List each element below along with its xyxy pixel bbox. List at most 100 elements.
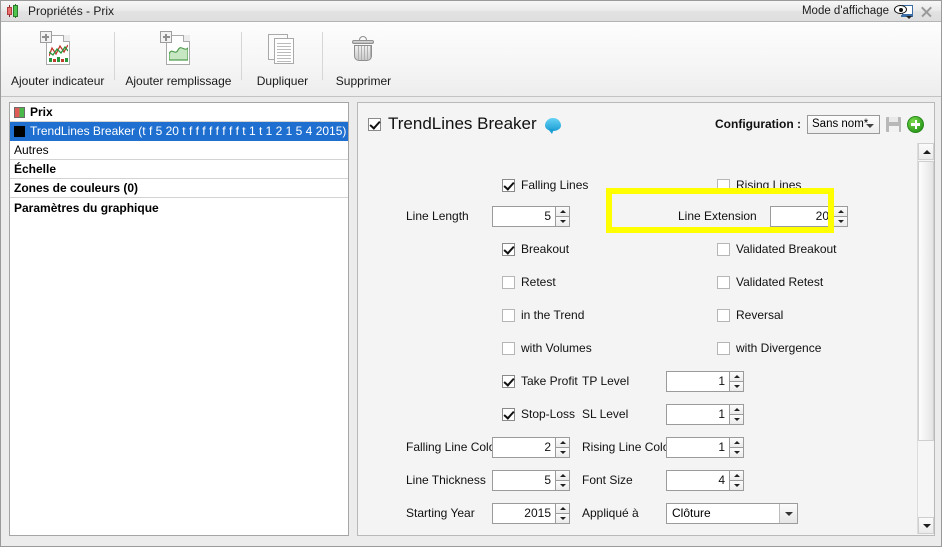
with-divergence-row[interactable]: with Divergence <box>717 341 821 355</box>
list-item-echelle[interactable]: Échelle <box>10 160 348 179</box>
line-length-spinner[interactable]: 5 <box>492 205 570 227</box>
display-mode-eye-icon[interactable] <box>894 3 913 19</box>
falling-line-color-input[interactable]: 2 <box>492 436 555 458</box>
applied-to-value: Clôture <box>672 506 711 520</box>
validated-breakout-checkbox[interactable] <box>717 242 730 256</box>
sl-level-label: SL Level <box>582 407 629 421</box>
add-config-icon[interactable] <box>907 115 924 133</box>
properties-window: Propriétés - Prix Mode d'affichage Ajout… <box>0 0 942 547</box>
reversal-row[interactable]: Reversal <box>717 308 783 322</box>
duplicate-button[interactable]: Dupliquer <box>242 28 322 88</box>
breakout-checkbox[interactable] <box>502 242 515 256</box>
stepper-up-icon[interactable] <box>555 469 570 480</box>
font-size-input[interactable]: 4 <box>666 469 729 491</box>
list-item-trendlines-breaker[interactable]: TrendLines Breaker (t f 5 20 t f f f f f… <box>10 122 348 141</box>
font-size-spinner[interactable]: 4 <box>666 469 744 491</box>
validated-retest-checkbox[interactable] <box>717 275 730 289</box>
stepper-up-icon[interactable] <box>729 436 744 447</box>
sl-level-input[interactable]: 1 <box>666 403 729 425</box>
tp-level-spinner[interactable]: 1 <box>666 370 744 392</box>
stepper-down-icon[interactable] <box>833 215 848 227</box>
falling-lines-row[interactable]: Falling Lines <box>502 178 588 192</box>
stepper-down-icon[interactable] <box>555 479 570 491</box>
tp-level-input[interactable]: 1 <box>666 370 729 392</box>
line-length-stepper[interactable] <box>555 205 570 227</box>
stepper-up-icon[interactable] <box>555 205 570 216</box>
scrollbar-thumb[interactable] <box>918 161 934 441</box>
list-item-autres[interactable]: Autres <box>10 141 348 160</box>
stepper-down-icon[interactable] <box>729 380 744 392</box>
stepper-up-icon[interactable] <box>729 370 744 381</box>
speech-bubble-icon[interactable] <box>544 117 561 134</box>
stepper-up-icon[interactable] <box>555 436 570 447</box>
line-extension-input[interactable]: 20 <box>770 205 833 227</box>
list-item-parametres-du-graphique[interactable]: Paramètres du graphique <box>10 198 348 217</box>
list-item-zones-de-couleurs[interactable]: Zones de couleurs (0) <box>10 179 348 198</box>
configuration-select[interactable]: Sans nom* <box>807 114 880 134</box>
stepper-up-icon[interactable] <box>729 469 744 480</box>
stepper-down-icon[interactable] <box>729 446 744 458</box>
stop-loss-row[interactable]: Stop-Loss <box>502 407 575 421</box>
retest-checkbox[interactable] <box>502 275 515 289</box>
line-extension-stepper[interactable] <box>833 205 848 227</box>
add-indicator-button[interactable]: Ajouter indicateur <box>1 28 114 88</box>
settings-scrollbar[interactable] <box>917 143 934 534</box>
list-item-prix[interactable]: Prix <box>10 103 348 122</box>
tp-level-stepper[interactable] <box>729 370 744 392</box>
in-the-trend-row[interactable]: in the Trend <box>502 308 584 322</box>
rising-line-color-label: Rising Line Color <box>582 440 674 454</box>
sl-level-stepper[interactable] <box>729 403 744 425</box>
close-icon[interactable] <box>918 3 935 20</box>
save-icon[interactable] <box>886 116 901 132</box>
add-fill-button[interactable]: Ajouter remplissage <box>115 28 241 88</box>
take-profit-row[interactable]: Take Profit <box>502 374 578 388</box>
falling-line-color-spinner[interactable]: 2 <box>492 436 570 458</box>
rising-line-color-spinner[interactable]: 1 <box>666 436 744 458</box>
font-size-stepper[interactable] <box>729 469 744 491</box>
line-extension-spinner[interactable]: 20 <box>770 205 848 227</box>
applied-to-select[interactable]: Clôture <box>666 502 798 524</box>
validated-breakout-row[interactable]: Validated Breakout <box>717 242 837 256</box>
line-thickness-spinner[interactable]: 5 <box>492 469 570 491</box>
reversal-checkbox[interactable] <box>717 308 730 322</box>
line-thickness-input[interactable]: 5 <box>492 469 555 491</box>
stepper-up-icon[interactable] <box>555 502 570 513</box>
take-profit-checkbox[interactable] <box>502 374 515 388</box>
with-volumes-row[interactable]: with Volumes <box>502 341 592 355</box>
add-indicator-label: Ajouter indicateur <box>11 74 105 88</box>
stepper-down-icon[interactable] <box>555 512 570 524</box>
starting-year-spinner[interactable]: 2015 <box>492 502 570 524</box>
falling-line-color-stepper[interactable] <box>555 436 570 458</box>
sl-level-spinner[interactable]: 1 <box>666 403 744 425</box>
rising-line-color-input[interactable]: 1 <box>666 436 729 458</box>
delete-button[interactable]: Supprimer <box>323 28 403 88</box>
rising-lines-row[interactable]: Rising Lines <box>717 178 801 192</box>
rising-line-color-stepper[interactable] <box>729 436 744 458</box>
line-thickness-stepper[interactable] <box>555 469 570 491</box>
starting-year-stepper[interactable] <box>555 502 570 524</box>
scroll-up-button[interactable] <box>918 143 934 160</box>
tp-level-label: TP Level <box>582 374 630 388</box>
stepper-down-icon[interactable] <box>555 215 570 227</box>
with-volumes-checkbox[interactable] <box>502 341 515 355</box>
starting-year-input[interactable]: 2015 <box>492 502 555 524</box>
rising-lines-checkbox[interactable] <box>717 178 730 192</box>
list-item-label: Autres <box>14 143 49 157</box>
stepper-down-icon[interactable] <box>729 479 744 491</box>
stop-loss-checkbox[interactable] <box>502 407 515 421</box>
retest-row[interactable]: Retest <box>502 275 556 289</box>
stepper-up-icon[interactable] <box>729 403 744 414</box>
chevron-down-icon[interactable] <box>779 503 797 523</box>
falling-lines-checkbox[interactable] <box>502 178 515 192</box>
in-the-trend-checkbox[interactable] <box>502 308 515 322</box>
stepper-down-icon[interactable] <box>729 413 744 425</box>
validated-retest-row[interactable]: Validated Retest <box>717 275 823 289</box>
line-length-input[interactable]: 5 <box>492 205 555 227</box>
breakout-row[interactable]: Breakout <box>502 242 569 256</box>
validated-retest-label: Validated Retest <box>736 275 824 289</box>
scroll-down-button[interactable] <box>918 517 934 534</box>
with-divergence-checkbox[interactable] <box>717 341 730 355</box>
stepper-down-icon[interactable] <box>555 446 570 458</box>
stepper-up-icon[interactable] <box>833 205 848 216</box>
indicator-enabled-checkbox[interactable] <box>368 117 381 131</box>
